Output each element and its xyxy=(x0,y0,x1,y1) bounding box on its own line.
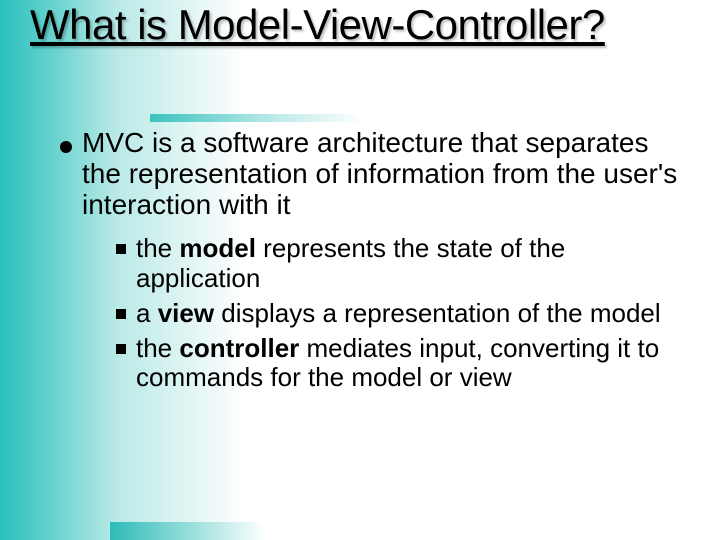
bullet-level2: the controller mediates input, convertin… xyxy=(116,334,680,392)
square-bullet-icon xyxy=(116,244,126,254)
bullet-text: the model represents the state of the ap… xyxy=(136,234,680,292)
bullet-text: the controller mediates input, convertin… xyxy=(136,334,680,392)
bullet-level2: the model represents the state of the ap… xyxy=(116,234,680,292)
emphasis: view xyxy=(158,298,214,328)
title-accent-bar xyxy=(150,114,364,122)
disc-bullet-icon xyxy=(60,141,72,153)
bullet-text: a view displays a representation of the … xyxy=(136,299,661,328)
bullet-level1: MVC is a software architecture that sepa… xyxy=(60,128,680,220)
slide-content: MVC is a software architecture that sepa… xyxy=(60,128,680,398)
text-part: a xyxy=(136,298,158,328)
text-part: the xyxy=(136,233,179,263)
text-part: displays a representation of the model xyxy=(214,298,661,328)
title-area: What is Model-View-Controller? xyxy=(30,2,700,47)
slide-title: What is Model-View-Controller? xyxy=(30,2,700,47)
emphasis: controller xyxy=(179,333,299,363)
bottom-accent-bar xyxy=(110,522,265,540)
bullet-level2: a view displays a representation of the … xyxy=(116,299,680,328)
slide: What is Model-View-Controller? MVC is a … xyxy=(0,0,720,540)
text-part: the xyxy=(136,333,179,363)
bullet-text: MVC is a software architecture that sepa… xyxy=(82,128,680,220)
square-bullet-icon xyxy=(116,309,126,319)
emphasis: model xyxy=(179,233,256,263)
square-bullet-icon xyxy=(116,344,126,354)
sub-bullets: the model represents the state of the ap… xyxy=(116,234,680,392)
